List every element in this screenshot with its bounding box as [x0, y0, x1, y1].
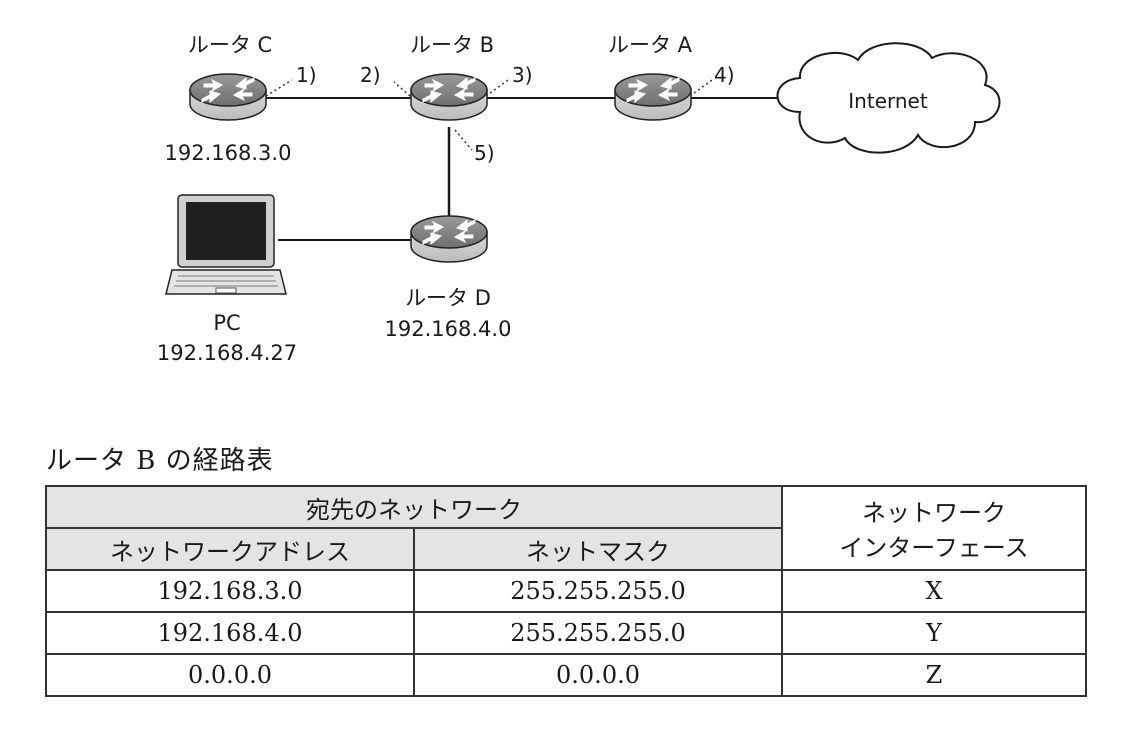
network-diagram: ルータ C ルータ B ルータ A ルータ D 192.168.3.0 192.… — [157, 33, 1001, 365]
table-row: 0.0.0.0 0.0.0.0 Z — [45, 653, 1087, 697]
header-network-address: ネットワークアドレス — [45, 527, 415, 571]
pc-label: PC — [213, 311, 240, 335]
laptop-pc-icon — [165, 194, 287, 295]
routing-table: 宛先のネットワーク ネットワーク インターフェース ネットワークアドレス ネット… — [45, 485, 1087, 697]
cell-interface: X — [781, 569, 1087, 613]
cell-address: 192.168.3.0 — [45, 569, 415, 613]
interface-1-label: 1) — [296, 63, 317, 87]
cell-interface: Y — [781, 611, 1087, 655]
interface-3-label: 3) — [512, 63, 533, 87]
router-a-label: ルータ A — [608, 33, 693, 57]
router-b-icon — [410, 73, 488, 121]
interface-5-label: 5) — [474, 141, 495, 165]
router-c-label: ルータ C — [188, 33, 272, 57]
interface-4-label: 4) — [714, 63, 735, 87]
cell-address: 0.0.0.0 — [45, 653, 415, 697]
header-netmask: ネットマスク — [413, 527, 783, 571]
router-d-icon — [410, 215, 488, 263]
router-d-label: ルータ D — [405, 286, 491, 310]
header-interface-line1: ネットワーク — [862, 499, 1006, 527]
table-row: 192.168.3.0 255.255.255.0 X — [45, 569, 1087, 613]
table-header-row: 宛先のネットワーク ネットワーク インターフェース — [45, 485, 1087, 571]
cell-mask: 0.0.0.0 — [413, 653, 783, 697]
routing-table-caption: ルータ B の経路表 — [46, 446, 274, 476]
cell-mask: 255.255.255.0 — [413, 569, 783, 613]
table-row: 192.168.4.0 255.255.255.0 Y — [45, 611, 1087, 655]
router-c-icon — [189, 73, 267, 121]
router-c-network: 192.168.3.0 — [165, 141, 292, 165]
header-destination-network: 宛先のネットワーク — [45, 485, 783, 529]
cell-address: 192.168.4.0 — [45, 611, 415, 655]
router-d-network: 192.168.4.0 — [385, 317, 512, 341]
cell-interface: Z — [781, 653, 1087, 697]
header-network-interface: ネットワーク インターフェース — [781, 485, 1087, 571]
pc-ip: 192.168.4.27 — [157, 341, 297, 365]
interface-2-label: 2) — [360, 63, 381, 87]
internet-label: Internet — [848, 89, 928, 113]
router-a-icon — [614, 73, 692, 121]
router-b-label: ルータ B — [410, 33, 494, 57]
header-interface-line2: インターフェース — [839, 534, 1029, 562]
cell-mask: 255.255.255.0 — [413, 611, 783, 655]
